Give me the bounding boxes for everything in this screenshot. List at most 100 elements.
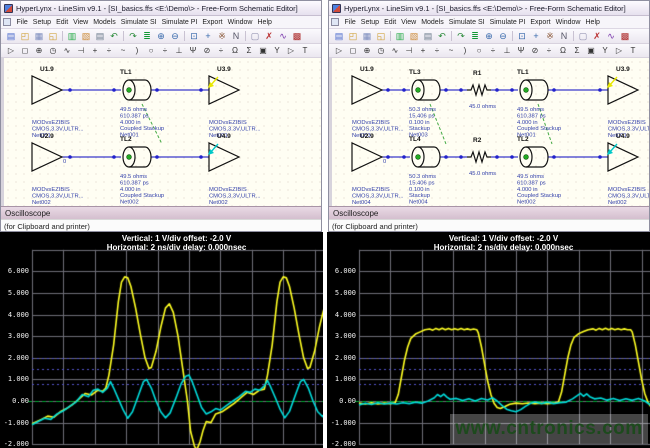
- menu-item-simulate-si[interactable]: Simulate SI: [446, 19, 487, 26]
- add-ferrite-icon[interactable]: Ω: [556, 45, 570, 57]
- print-icon[interactable]: ▤: [421, 30, 435, 42]
- component-u2.9[interactable]: U2.9MODvsEZIBISCMOS,3.3V,ULTR...Net0040: [352, 133, 404, 206]
- menu-item-edit[interactable]: Edit: [382, 19, 399, 26]
- close-file-icon[interactable]: ◱: [46, 30, 60, 42]
- new-icon[interactable]: ▤: [332, 30, 346, 42]
- add-via-icon[interactable]: ): [458, 45, 472, 57]
- add-term1-icon[interactable]: ÷: [158, 45, 172, 57]
- zoom-in-icon[interactable]: ⊕: [482, 30, 496, 42]
- menu-item-file[interactable]: File: [14, 19, 30, 26]
- run-simulation-icon[interactable]: ▷: [332, 45, 346, 57]
- redo-icon[interactable]: ↷: [126, 30, 140, 42]
- add-ferrite-icon[interactable]: Ω: [228, 45, 242, 57]
- save-icon[interactable]: ▦: [360, 30, 374, 42]
- paste-icon[interactable]: ▧: [407, 30, 421, 42]
- save-icon[interactable]: ▦: [32, 30, 46, 42]
- print-icon[interactable]: ▤: [93, 30, 107, 42]
- add-term2-icon[interactable]: ÷: [542, 45, 556, 57]
- pan-icon[interactable]: +: [529, 30, 543, 42]
- menu-item-edit[interactable]: Edit: [54, 19, 71, 26]
- add-clock-icon[interactable]: ◷: [374, 45, 388, 57]
- close-file-icon[interactable]: ◱: [374, 30, 388, 42]
- select-icon[interactable]: ◻: [18, 45, 32, 57]
- zoom-fit-icon[interactable]: ⊡: [515, 30, 529, 42]
- schematic-canvas[interactable]: U1.9MODvsEZIBISCMOS,3.3V,ULTR...Net001TL…: [1, 58, 321, 206]
- add-term1-icon[interactable]: ÷: [486, 45, 500, 57]
- mdi-child-icon[interactable]: [3, 18, 11, 26]
- component-u4.9[interactable]: U4.9MODvsEZIBISCMOS,3.3V,ULTR...Net002: [208, 133, 261, 206]
- add-differential-icon[interactable]: ▣: [256, 45, 270, 57]
- add-ground-icon[interactable]: ÷: [102, 45, 116, 57]
- zoom-out-icon[interactable]: ⊖: [496, 30, 510, 42]
- add-text-icon[interactable]: T: [626, 45, 640, 57]
- add-resistor-icon[interactable]: ∿: [60, 45, 74, 57]
- add-pad-icon[interactable]: ○: [144, 45, 158, 57]
- add-diode-icon[interactable]: ⊘: [200, 45, 214, 57]
- component-tl3[interactable]: TL350.3 ohms15.406 ps0.100 inStackupNet0…: [409, 69, 440, 139]
- menu-item-models[interactable]: Models: [419, 19, 447, 26]
- add-buffer-icon[interactable]: ▷: [284, 45, 298, 57]
- component-u1.9[interactable]: U1.9MODvsEZIBISCMOS,3.3V,ULTR...Net003: [352, 66, 404, 139]
- stackup-editor-icon[interactable]: ≣: [468, 30, 482, 42]
- ibis-model-icon[interactable]: N: [229, 30, 243, 42]
- menu-item-simulate-pi[interactable]: Simulate PI: [159, 19, 200, 26]
- add-ground-icon[interactable]: ÷: [430, 45, 444, 57]
- component-tl1[interactable]: TL149.5 ohms610.387 ps4.000 inCoupled St…: [120, 69, 164, 139]
- zoom-out-icon[interactable]: ⊖: [168, 30, 182, 42]
- add-coupling-icon[interactable]: Σ: [570, 45, 584, 57]
- copy-icon[interactable]: ▥: [65, 30, 79, 42]
- menu-item-help[interactable]: Help: [255, 19, 274, 26]
- component-u3.9[interactable]: U3.9MODvsEZIBISCMOS,3.3V,ULTR...Net001: [208, 66, 261, 139]
- probe-pen-icon[interactable]: ✗: [590, 30, 604, 42]
- menu-item-setup[interactable]: Setup: [30, 19, 53, 26]
- menu-item-setup[interactable]: Setup: [358, 19, 381, 26]
- open-icon[interactable]: ◰: [346, 30, 360, 42]
- menu-item-simulate-si[interactable]: Simulate SI: [118, 19, 159, 26]
- add-diode-icon[interactable]: ⊘: [528, 45, 542, 57]
- menu-item-models[interactable]: Models: [91, 19, 119, 26]
- oscilloscope-icon[interactable]: ∿: [604, 30, 618, 42]
- component-u4.9[interactable]: U4.9MODvsEZIBISCMOS,3.3V,ULTR...Net002: [607, 133, 649, 206]
- add-buffer-icon[interactable]: ▷: [612, 45, 626, 57]
- add-inductor-icon[interactable]: +: [88, 45, 102, 57]
- add-term2-icon[interactable]: ÷: [214, 45, 228, 57]
- add-capacitor-icon[interactable]: ⊣: [402, 45, 416, 57]
- copy-icon[interactable]: ▥: [393, 30, 407, 42]
- menu-item-view[interactable]: View: [399, 19, 419, 26]
- add-coupling-icon[interactable]: Σ: [242, 45, 256, 57]
- add-vcc-icon[interactable]: Ψ: [514, 45, 528, 57]
- probe-pen-icon[interactable]: ✗: [262, 30, 276, 42]
- component-tl2[interactable]: TL249.5 ohms610.387 ps4.000 inCoupled St…: [120, 136, 164, 206]
- add-clock-icon[interactable]: ◷: [46, 45, 60, 57]
- undo-icon[interactable]: ↶: [435, 30, 449, 42]
- schematic-canvas[interactable]: U1.9MODvsEZIBISCMOS,3.3V,ULTR...Net003TL…: [329, 58, 649, 206]
- pan-icon[interactable]: +: [201, 30, 215, 42]
- undo-icon[interactable]: ↶: [107, 30, 121, 42]
- component-tl2[interactable]: TL249.5 ohms610.387 ps4.000 inCoupled St…: [517, 136, 561, 206]
- add-y-junction-icon[interactable]: Y: [270, 45, 284, 57]
- menu-item-file[interactable]: File: [342, 19, 358, 26]
- add-vcc-icon[interactable]: Ψ: [186, 45, 200, 57]
- menu-item-simulate-pi[interactable]: Simulate PI: [487, 19, 528, 26]
- boardsim-icon[interactable]: ▩: [618, 30, 632, 42]
- terminator-wizard-icon[interactable]: ※: [543, 30, 557, 42]
- paste-icon[interactable]: ▧: [79, 30, 93, 42]
- add-ic-icon[interactable]: ⊕: [32, 45, 46, 57]
- boardsim-icon[interactable]: ▩: [290, 30, 304, 42]
- add-y-junction-icon[interactable]: Y: [598, 45, 612, 57]
- new-sheet-icon[interactable]: ▢: [248, 30, 262, 42]
- add-gnd2-icon[interactable]: ⊥: [500, 45, 514, 57]
- add-capacitor-icon[interactable]: ⊣: [74, 45, 88, 57]
- component-tl4[interactable]: TL450.3 ohms15.406 ps0.100 inStackupNet0…: [409, 136, 440, 206]
- select-icon[interactable]: ◻: [346, 45, 360, 57]
- add-ic-icon[interactable]: ⊕: [360, 45, 374, 57]
- component-u3.9[interactable]: U3.9MODvsEZIBISCMOS,3.3V,ULTR...Net001: [607, 66, 649, 139]
- menu-item-export[interactable]: Export: [528, 19, 553, 26]
- add-differential-icon[interactable]: ▣: [584, 45, 598, 57]
- stackup-editor-icon[interactable]: ≣: [140, 30, 154, 42]
- run-simulation-icon[interactable]: ▷: [4, 45, 18, 57]
- redo-icon[interactable]: ↷: [454, 30, 468, 42]
- add-resistor-icon[interactable]: ∿: [388, 45, 402, 57]
- mdi-child-icon[interactable]: [331, 18, 339, 26]
- zoom-fit-icon[interactable]: ⊡: [187, 30, 201, 42]
